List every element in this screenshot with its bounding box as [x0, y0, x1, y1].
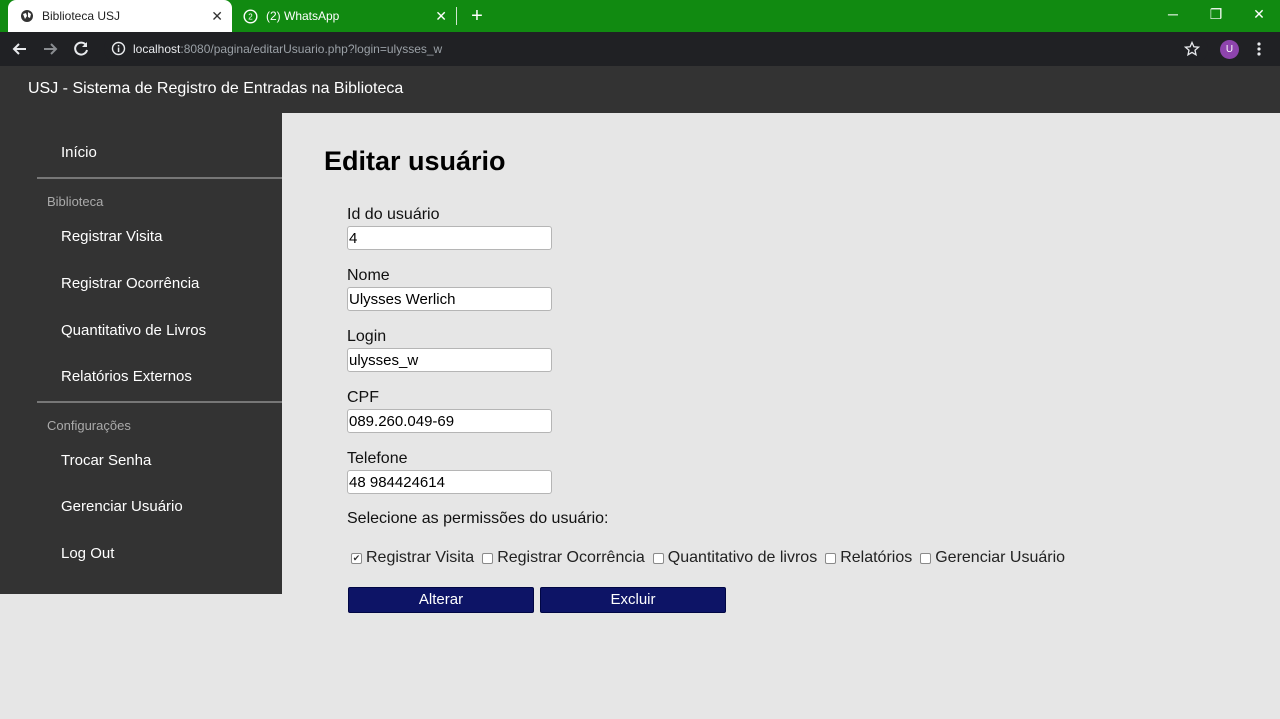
sidebar-item-inicio[interactable]: Início	[61, 144, 97, 161]
checkbox[interactable]	[825, 552, 837, 564]
permission-relatorios[interactable]: Relatórios	[825, 549, 912, 567]
more-menu-icon[interactable]	[1252, 40, 1266, 58]
tab-biblioteca[interactable]: Biblioteca USJ ✕	[8, 0, 232, 32]
svg-text:2: 2	[248, 12, 253, 21]
restore-icon[interactable]: ❐	[1206, 4, 1226, 24]
checkbox[interactable]	[482, 552, 494, 564]
whatsapp-icon: 2	[243, 8, 258, 24]
nome-field[interactable]	[347, 287, 552, 311]
sidebar-item-trocar-senha[interactable]: Trocar Senha	[61, 452, 151, 469]
tab-whatsapp[interactable]: 2 (2) WhatsApp ✕	[234, 0, 456, 32]
star-bookmark-icon[interactable]	[1183, 40, 1201, 62]
sidebar-item-gerenciar-usuario[interactable]: Gerenciar Usuário	[61, 498, 183, 515]
permissions-list: ✔ Registrar Visita Registrar Ocorrência …	[351, 549, 1073, 567]
permission-label: Gerenciar Usuário	[935, 549, 1066, 566]
sidebar-item-relatorios-externos[interactable]: Relatórios Externos	[61, 368, 192, 385]
sidebar-section-configuracoes: Configurações	[47, 418, 131, 433]
permission-label: Quantitativo de livros	[667, 549, 818, 566]
globe-icon	[19, 9, 34, 24]
id-field[interactable]	[347, 226, 552, 250]
app-title: USJ - Sistema de Registro de Entradas na…	[28, 80, 404, 97]
new-tab-plus-icon[interactable]: +	[467, 4, 487, 28]
permission-label: Relatórios	[840, 549, 913, 566]
permission-gerenciar-usuario[interactable]: Gerenciar Usuário	[920, 549, 1065, 567]
permission-quantitativo-livros[interactable]: Quantitativo de livros	[652, 549, 818, 567]
checkbox[interactable]	[652, 552, 664, 564]
info-icon[interactable]	[111, 41, 126, 61]
sidebar-divider	[37, 401, 282, 403]
close-tab-icon[interactable]: ✕	[211, 8, 223, 24]
sidebar-item-quantitativo-livros[interactable]: Quantitativo de Livros	[61, 322, 206, 339]
tab-title: (2) WhatsApp	[266, 9, 340, 23]
telefone-label: Telefone	[347, 450, 408, 467]
tab-title: Biblioteca USJ	[42, 9, 121, 23]
permissions-prompt: Selecione as permissões do usuário:	[347, 510, 609, 527]
address-bar[interactable]: localhost:8080/pagina/editarUsuario.php?…	[104, 35, 1208, 63]
checkbox[interactable]: ✔	[351, 552, 362, 564]
login-field[interactable]	[347, 348, 552, 372]
app-header: USJ - Sistema de Registro de Entradas na…	[0, 66, 1280, 113]
close-window-icon[interactable]: ✕	[1249, 4, 1269, 24]
sidebar-divider	[37, 177, 282, 179]
telefone-field[interactable]	[347, 470, 552, 494]
login-label: Login	[347, 328, 387, 345]
id-label: Id do usuário	[347, 206, 440, 223]
page-title: Editar usuário	[324, 146, 506, 176]
back-arrow-icon[interactable]	[9, 38, 31, 60]
sidebar-item-log-out[interactable]: Log Out	[61, 545, 114, 562]
forward-arrow-icon[interactable]	[39, 38, 61, 60]
excluir-button[interactable]: Excluir	[540, 587, 726, 613]
browser-tab-strip: Biblioteca USJ ✕ 2 (2) WhatsApp ✕ + ─ ❐ …	[0, 0, 1280, 32]
tab-separator	[456, 7, 457, 25]
sidebar-item-registrar-visita[interactable]: Registrar Visita	[61, 228, 162, 245]
alterar-button[interactable]: Alterar	[348, 587, 534, 613]
cpf-field[interactable]	[347, 409, 552, 433]
sidebar: Início Biblioteca Registrar Visita Regis…	[0, 113, 282, 594]
browser-toolbar: localhost:8080/pagina/editarUsuario.php?…	[0, 32, 1280, 66]
sidebar-item-registrar-ocorrencia[interactable]: Registrar Ocorrência	[61, 275, 199, 292]
checkbox[interactable]	[920, 552, 932, 564]
minimize-icon[interactable]: ─	[1163, 4, 1183, 24]
permission-registrar-ocorrencia[interactable]: Registrar Ocorrência	[482, 549, 645, 567]
permission-label: Registrar Visita	[366, 549, 475, 566]
reload-icon[interactable]	[70, 38, 92, 60]
cpf-label: CPF	[347, 389, 379, 406]
profile-avatar[interactable]: U	[1220, 40, 1239, 59]
url-text: localhost:8080/pagina/editarUsuario.php?…	[133, 42, 442, 56]
url-path: :8080/pagina/editarUsuario.php?login=uly…	[180, 42, 443, 56]
sidebar-section-biblioteca: Biblioteca	[47, 194, 104, 209]
close-tab-icon[interactable]: ✕	[435, 8, 447, 24]
url-host: localhost	[133, 42, 181, 56]
permission-label: Registrar Ocorrência	[497, 549, 645, 566]
permission-registrar-visita[interactable]: ✔ Registrar Visita	[351, 549, 474, 567]
nome-label: Nome	[347, 267, 390, 284]
